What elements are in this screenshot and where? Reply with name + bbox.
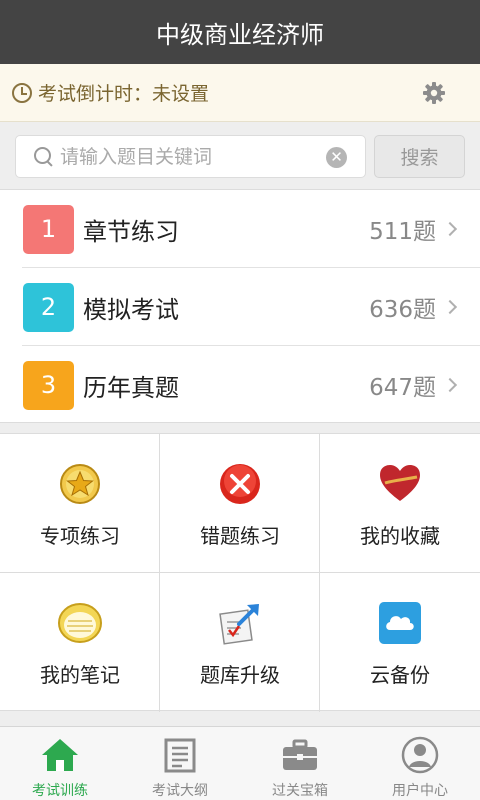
clock-icon <box>12 82 32 103</box>
tab-label: 过关宝箱 <box>272 783 328 799</box>
chevron-right-icon <box>442 377 458 393</box>
search-icon <box>34 146 54 167</box>
chevron-right-icon <box>442 221 458 237</box>
tab-exam-outline[interactable]: 考试大纲 <box>120 727 240 800</box>
section-row-chapter-practice[interactable]: 1 章节练习 511题 <box>0 190 480 268</box>
tab-label: 考试训练 <box>32 783 88 799</box>
feature-label: 我的笔记 <box>40 663 120 687</box>
red-x-icon <box>220 464 260 504</box>
section-index-badge: 2 <box>23 282 74 332</box>
briefcase-icon <box>283 739 317 770</box>
search-input[interactable] <box>60 145 310 168</box>
clear-icon[interactable]: ✕ <box>326 147 347 168</box>
feature-favorites[interactable]: 我的收藏 <box>320 434 480 572</box>
section-row-past-papers[interactable]: 3 历年真题 647题 <box>0 346 480 424</box>
feature-label: 题库升级 <box>200 663 280 687</box>
search-button[interactable]: 搜索 <box>374 135 465 178</box>
feature-grid: 专项练习 错题练习 我的收藏 我的笔记 题库升级 云备份 <box>0 433 480 712</box>
home-icon <box>42 739 78 771</box>
section-row-mock-exam[interactable]: 2 模拟考试 636题 <box>0 268 480 346</box>
section-index-badge: 1 <box>23 204 74 254</box>
app-title-bar: 中级商业经济师 <box>0 0 480 64</box>
feature-cloud-backup[interactable]: 云备份 <box>320 573 480 711</box>
feature-label: 错题练习 <box>200 524 280 548</box>
tab-label: 用户中心 <box>392 783 448 799</box>
section-count: 647题 <box>369 375 436 401</box>
star-medal-icon <box>60 464 100 504</box>
upgrade-arrow-icon <box>219 604 259 645</box>
section-count: 511题 <box>369 219 436 245</box>
countdown-value: 未设置 <box>152 83 210 105</box>
outline-doc-icon <box>164 738 196 773</box>
section-title: 历年真题 <box>83 373 179 402</box>
feature-label: 我的收藏 <box>360 524 440 548</box>
cloud-icon <box>379 602 421 644</box>
tab-exam-training[interactable]: 考试训练 <box>0 727 120 800</box>
user-icon <box>401 736 439 774</box>
heart-icon <box>380 465 420 501</box>
bottom-tab-bar: 考试训练 考试大纲 过关宝箱 用户中心 <box>0 726 480 800</box>
chevron-right-icon <box>442 299 458 315</box>
tab-pass-treasure[interactable]: 过关宝箱 <box>240 727 360 800</box>
feature-wrong-answers[interactable]: 错题练习 <box>160 434 320 572</box>
section-index-badge: 3 <box>23 360 74 410</box>
feature-special-practice[interactable]: 专项练习 <box>0 434 160 572</box>
feature-bank-upgrade[interactable]: 题库升级 <box>160 573 320 711</box>
feature-label: 云备份 <box>370 663 430 687</box>
exam-countdown-bar[interactable]: 考试倒计时： 未设置 <box>0 64 480 122</box>
feature-notes[interactable]: 我的笔记 <box>0 573 160 711</box>
tab-label: 考试大纲 <box>152 783 208 799</box>
tab-user-center[interactable]: 用户中心 <box>360 727 480 800</box>
section-count: 636题 <box>369 297 436 323</box>
section-title: 模拟考试 <box>83 295 179 324</box>
search-box[interactable]: ✕ <box>15 135 366 178</box>
countdown-label: 考试倒计时： <box>38 83 153 105</box>
gear-icon[interactable] <box>422 81 446 105</box>
practice-section-list: 1 章节练习 511题 2 模拟考试 636题 3 历年真题 647题 <box>0 190 480 423</box>
feature-label: 专项练习 <box>40 524 120 548</box>
search-bar: ✕ 搜索 <box>0 122 480 190</box>
notepad-icon <box>58 603 102 643</box>
app-title: 中级商业经济师 <box>156 20 324 49</box>
section-title: 章节练习 <box>83 217 179 246</box>
